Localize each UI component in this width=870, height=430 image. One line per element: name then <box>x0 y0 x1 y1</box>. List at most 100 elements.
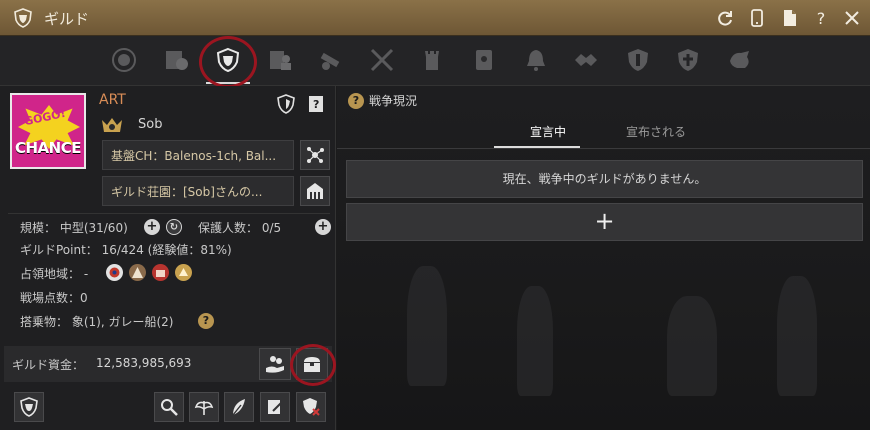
tab-bell[interactable] <box>520 44 552 76</box>
region-icon-compass[interactable] <box>106 264 123 281</box>
title-bar: ギルド ? <box>0 0 870 36</box>
question-icon: ? <box>352 94 360 107</box>
background-figure <box>407 266 447 386</box>
window-title: ギルド <box>44 10 90 28</box>
mounts-help-button[interactable]: ? <box>198 313 214 329</box>
manor-icon <box>307 183 323 199</box>
declare-war-button[interactable]: + <box>346 203 863 241</box>
bell-icon <box>527 50 545 71</box>
tab-cross-shield[interactable] <box>672 44 704 76</box>
region-icon-fort[interactable] <box>152 264 169 281</box>
plus-icon: + <box>146 219 158 234</box>
shield-remove-icon <box>303 398 320 416</box>
help-icon: ? <box>816 8 826 28</box>
guild-master-name: Sob <box>138 117 163 132</box>
document-icon <box>784 10 796 26</box>
refresh-icon <box>718 11 732 26</box>
wings-icon <box>194 401 214 415</box>
tab-guild-info[interactable] <box>160 44 192 76</box>
tent-icon <box>132 267 143 278</box>
battle-points: 戦場点数：0 <box>20 291 88 305</box>
highlight-ring <box>199 36 257 88</box>
question-icon: ? <box>202 314 210 327</box>
tab-declared[interactable]: 宣布される <box>626 123 686 140</box>
refresh-button[interactable] <box>714 7 736 29</box>
guild-notice-icon[interactable]: ? <box>306 94 326 114</box>
refresh-icon: ↻ <box>169 222 179 233</box>
guild-info-icon <box>166 51 188 70</box>
leave-guild-button[interactable] <box>296 392 326 422</box>
cannon-icon <box>320 52 340 70</box>
guild-emblem: GOGO! CHANCE <box>10 93 86 169</box>
scroll-icon <box>476 50 492 70</box>
magnifier-icon <box>161 399 178 416</box>
network-icon <box>307 147 324 163</box>
guild-funds-value: 12,583,985,693 <box>96 356 192 370</box>
close-icon <box>845 11 859 25</box>
cross-shield-icon <box>678 49 698 71</box>
guild-master-icon <box>102 118 122 132</box>
guild-info-panel: GOGO! CHANCE ART Sob ? 基盤CH：Balenos-1ch,… <box>0 86 336 430</box>
background-figure <box>667 296 717 396</box>
war-status-title: 戦争現況 <box>369 94 418 108</box>
guild-name: ART <box>99 92 126 108</box>
guild-funds-label: ギルド資金： <box>12 358 85 372</box>
close-button[interactable] <box>841 7 863 29</box>
base-channel-field: 基盤CH：Balenos-1ch, Bal... <box>102 140 294 170</box>
svg-text:?: ? <box>313 98 319 111</box>
region-icon-tent[interactable] <box>129 264 146 281</box>
manor-button[interactable] <box>300 176 330 206</box>
divider <box>8 213 330 214</box>
tab-beast[interactable] <box>724 44 756 76</box>
mounts: 搭乗物： 象(1), ガレー船(2) <box>20 315 174 329</box>
member-icon <box>270 51 291 70</box>
beast-icon <box>730 51 749 68</box>
fort-icon <box>156 270 165 277</box>
crossed-swords-icon <box>370 48 394 72</box>
channel-network-button[interactable] <box>300 140 330 170</box>
guild-emblem-button[interactable] <box>14 392 44 422</box>
guild-points: ギルドPoint： 16/424 (経験値：81%) <box>20 243 232 257</box>
war-status-panel: ? 戦争現況 宣言中 宣布される 現在、戦争中のギルドがありません。 + <box>337 86 870 430</box>
tab-defense-shield[interactable] <box>622 44 654 76</box>
tab-tower[interactable] <box>416 44 448 76</box>
add-protection-button[interactable]: + <box>315 219 331 235</box>
region-icon-shop[interactable] <box>175 264 192 281</box>
tab-crossed-swords[interactable] <box>366 44 398 76</box>
search-guild-button[interactable] <box>154 392 184 422</box>
shield-badge-icon[interactable] <box>276 94 296 114</box>
coins-hand-icon <box>266 356 284 373</box>
tower-icon <box>425 51 439 70</box>
background-figure <box>777 276 817 396</box>
tab-strip <box>0 36 870 86</box>
war-help-button[interactable]: ? <box>348 93 364 109</box>
guild-emblem-icon <box>112 48 136 72</box>
document-button[interactable] <box>779 7 801 29</box>
tab-battle-emblem[interactable] <box>570 44 602 76</box>
expand-scale-button[interactable]: + <box>144 219 160 235</box>
edit-note-icon <box>268 400 283 414</box>
tab-declaring[interactable]: 宣言中 <box>530 123 566 140</box>
tab-guild-emblem[interactable] <box>108 44 140 76</box>
guild-shield-icon <box>20 397 38 417</box>
help-button[interactable]: ? <box>810 7 832 29</box>
guild-funds-deposit-button[interactable] <box>259 348 291 380</box>
protection-count: 保護人数： 0/5 <box>198 221 282 235</box>
guild-skill-button[interactable] <box>224 392 254 422</box>
shop-icon <box>179 268 188 276</box>
phone-button[interactable] <box>746 7 768 29</box>
emblem-text-bottom: CHANCE <box>15 139 81 157</box>
guild-notice-edit-button[interactable] <box>260 392 290 422</box>
tab-members[interactable] <box>264 44 296 76</box>
defense-shield-icon <box>628 49 648 71</box>
divider <box>337 148 870 149</box>
empty-war-message: 現在、戦争中のギルドがありません。 <box>346 160 863 198</box>
guild-shield-icon <box>14 8 32 28</box>
guild-scale: 規模： 中型(31/60) <box>20 221 128 235</box>
alliance-button[interactable] <box>189 392 219 422</box>
tab-scroll[interactable] <box>468 44 500 76</box>
tab-cannon[interactable] <box>314 44 346 76</box>
scale-refresh-button[interactable]: ↻ <box>166 219 182 235</box>
compass-icon <box>109 267 120 278</box>
highlight-ring <box>290 344 336 386</box>
